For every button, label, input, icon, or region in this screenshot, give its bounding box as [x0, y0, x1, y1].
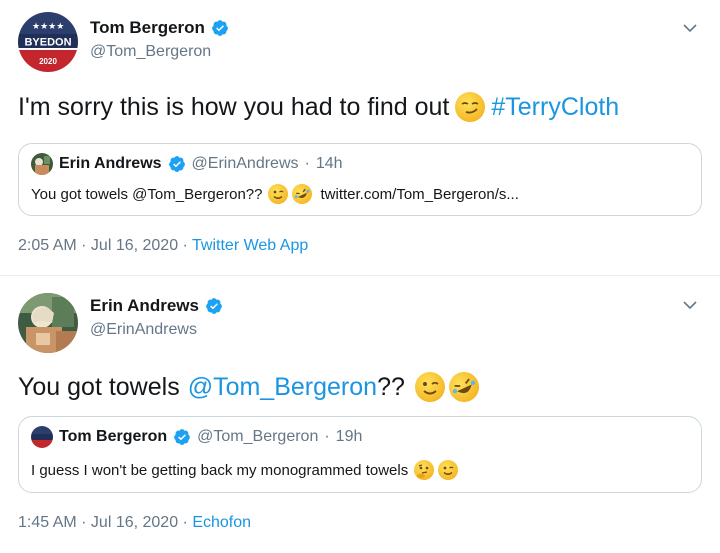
timestamp[interactable]: 2:05 AM · Jul 16, 2020 ·: [18, 237, 188, 254]
avatar-logo-year: 2020: [39, 57, 57, 66]
author-handle[interactable]: @Tom_Bergeron: [90, 43, 211, 61]
quoted-tweet[interactable]: Tom Bergeron @Tom_Bergeron · 19h I guess…: [18, 416, 702, 493]
avatar: [31, 153, 53, 175]
tweet-text-before: You got towels: [18, 372, 180, 401]
verified-badge-icon: [168, 156, 185, 172]
verified-badge-icon: [212, 20, 228, 36]
separator-dot: ·: [324, 428, 330, 445]
winking-face-icon: [438, 460, 459, 480]
separator-dot: ·: [304, 155, 310, 172]
tweet-source[interactable]: Echofon: [192, 514, 251, 531]
tweet-meta: 2:05 AM · Jul 16, 2020 · Twitter Web App: [18, 237, 308, 255]
tweet-text: You got towels @Tom_Bergeron ??: [18, 367, 485, 407]
hashtag-link[interactable]: #TerryCloth: [491, 93, 619, 122]
avatar: [31, 426, 53, 448]
tweet-source[interactable]: Twitter Web App: [192, 237, 308, 254]
quoted-text: You got towels @Tom_Bergeron??: [31, 185, 263, 203]
tweet-meta: 1:45 AM · Jul 16, 2020 · Echofon: [18, 514, 251, 532]
quoted-time: 14h: [315, 155, 343, 172]
chevron-down-icon[interactable]: [682, 297, 698, 313]
timestamp[interactable]: 1:45 AM · Jul 16, 2020 ·: [18, 514, 188, 531]
mention-link[interactable]: @Tom_Bergeron: [188, 373, 377, 402]
quoted-author-handle: @Tom_Bergeron: [197, 428, 319, 445]
avatar-logo-text: BYEDON: [24, 37, 71, 49]
tweet-text: I'm sorry this is how you had to find ou…: [18, 92, 619, 122]
svg-text:★★★★: ★★★★: [32, 22, 64, 32]
rolling-on-floor-laughing-icon: [289, 180, 316, 208]
tweet-text-after: ??: [377, 372, 405, 401]
quoted-text: I guess I won't be getting back my monog…: [31, 461, 409, 479]
rolling-on-floor-laughing-icon: [443, 367, 484, 407]
quoted-author-handle: @ErinAndrews: [191, 155, 299, 172]
tweet[interactable]: Erin Andrews @ErinAndrews You got towels…: [0, 277, 720, 553]
quoted-author-name: Tom Bergeron: [59, 428, 168, 445]
avatar[interactable]: ★★★★ BYEDON 2020: [18, 12, 78, 72]
avatar[interactable]: [18, 293, 78, 353]
smirking-face-icon: [455, 92, 486, 122]
author-name[interactable]: Erin Andrews: [90, 296, 199, 316]
author-handle[interactable]: @ErinAndrews: [90, 321, 197, 339]
chevron-down-icon[interactable]: [682, 20, 698, 36]
winking-face-icon: [414, 372, 445, 402]
quoted-link[interactable]: twitter.com/Tom_Bergeron/s...: [320, 186, 518, 203]
quoted-tweet[interactable]: Erin Andrews @ErinAndrews · 14h You got …: [18, 143, 702, 216]
quoted-author-name: Erin Andrews: [59, 155, 162, 172]
verified-badge-icon: [206, 298, 222, 314]
tweet[interactable]: ★★★★ BYEDON 2020 Tom Bergeron @Tom_Berge…: [0, 0, 720, 276]
verified-badge-icon: [174, 429, 191, 445]
winking-face-icon: [268, 184, 289, 204]
author-name[interactable]: Tom Bergeron: [90, 18, 205, 38]
thinking-face-icon: [414, 460, 435, 480]
quoted-time: 19h: [335, 428, 363, 445]
tweet-text-body: I'm sorry this is how you had to find ou…: [18, 92, 450, 121]
